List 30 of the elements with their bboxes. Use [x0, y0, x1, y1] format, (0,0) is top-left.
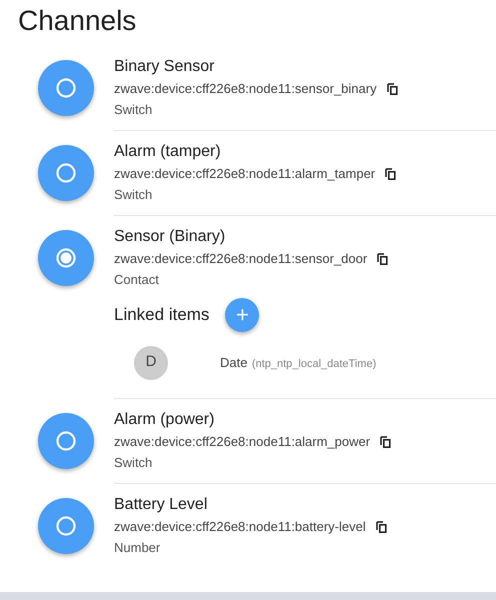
- channel-avatar[interactable]: [38, 412, 94, 469]
- channel-avatar[interactable]: [38, 60, 94, 116]
- channel-label: Alarm (power): [114, 410, 216, 430]
- channel-type: Switch: [114, 100, 154, 119]
- copy-icon[interactable]: [380, 436, 392, 448]
- channel-avatar[interactable]: [38, 230, 94, 286]
- channel-label: Alarm (tamper): [114, 142, 222, 162]
- channel-avatar[interactable]: [38, 498, 94, 554]
- item-avatar: D: [134, 346, 168, 380]
- channel-type: Switch: [114, 186, 154, 204]
- channel-type: Contact: [114, 270, 160, 289]
- channel-uid: zwave:device:cff226e8:node11:alarm_tamper: [114, 164, 376, 183]
- channel-uid: zwave:device:cff226e8:node11:sensor_door: [114, 250, 368, 268]
- linked-item-label[interactable]: Date: [220, 354, 248, 370]
- channel-type: Switch: [114, 454, 154, 472]
- linked-items-heading: Linked items: [114, 304, 210, 326]
- channel-uid: zwave:device:cff226e8:node11:battery-level: [114, 518, 366, 536]
- channel-type: Number: [114, 538, 162, 557]
- copy-icon[interactable]: [385, 168, 396, 180]
- channel-label: Battery Level: [114, 494, 208, 515]
- copy-icon[interactable]: [376, 520, 387, 533]
- section-title: Channels: [18, 4, 138, 38]
- linked-item-name: (ntp_ntp_local_dateTime): [252, 358, 376, 370]
- channel-label: Sensor (Binary): [114, 226, 226, 247]
- copy-icon[interactable]: [386, 82, 398, 95]
- channel-avatar[interactable]: [38, 144, 94, 201]
- copy-icon[interactable]: [377, 252, 388, 265]
- channel-uid: zwave:device:cff226e8:node11:sensor_binary: [114, 80, 377, 98]
- channel-uid: zwave:device:cff226e8:node11:alarm_power: [114, 432, 370, 451]
- channel-label: Binary Sensor: [114, 56, 216, 77]
